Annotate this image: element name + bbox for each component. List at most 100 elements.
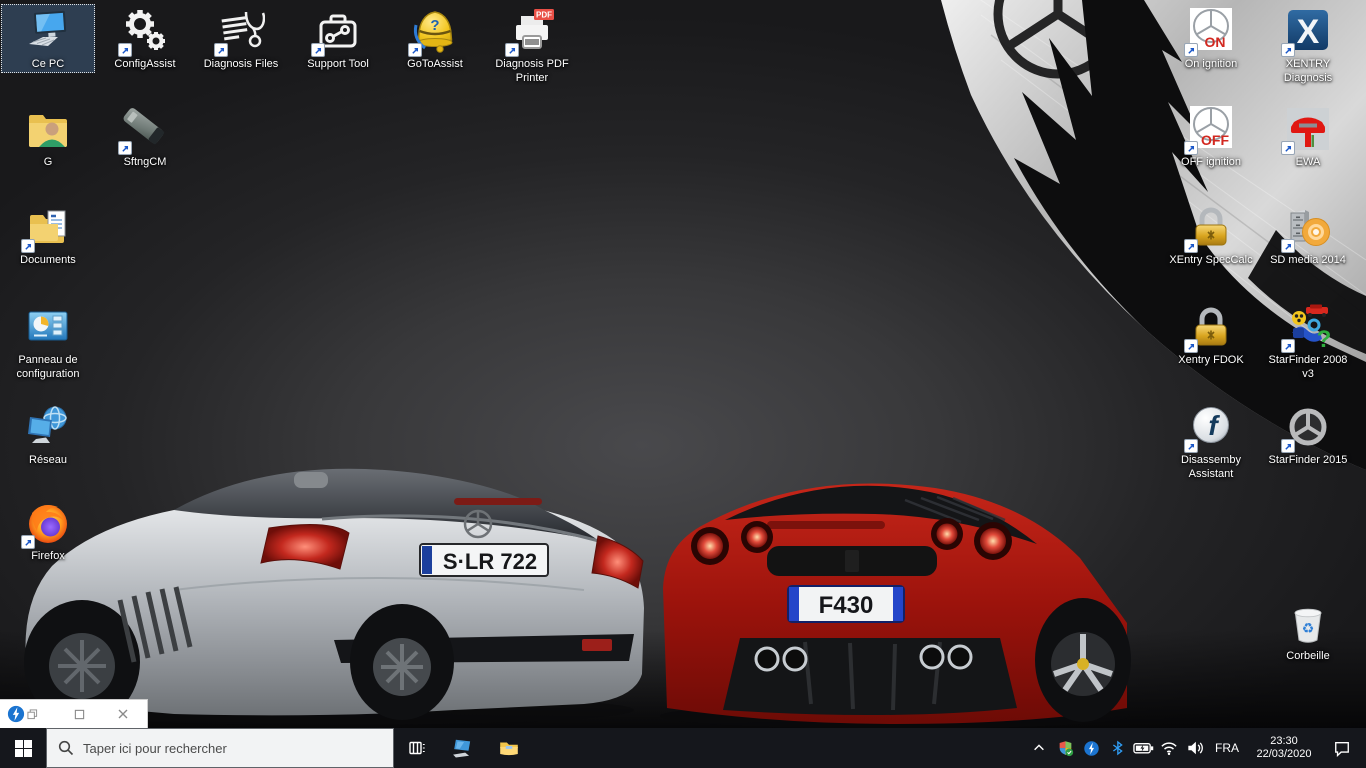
- ferrari-f430-car: F430: [655, 458, 1135, 728]
- laptop-icon: [452, 737, 474, 759]
- desktop-icon-label: Ce PC: [32, 57, 64, 71]
- desktop-icon-label: On ignition: [1185, 57, 1238, 71]
- task-view-button[interactable]: [394, 728, 440, 768]
- tray-bluetooth[interactable]: [1104, 728, 1130, 768]
- desktop-icon-label: StarFinder 2008 v3: [1262, 353, 1354, 382]
- clock-date: 22/03/2020: [1256, 748, 1311, 761]
- license-plate-left: S·LR 722: [443, 549, 537, 574]
- desktop-icon-label: Corbeille: [1286, 649, 1329, 663]
- desktop-icon-label: Documents: [20, 253, 76, 267]
- desktop-icon-label: G: [44, 155, 53, 169]
- tray-windows-security[interactable]: [1052, 728, 1078, 768]
- shortcut-arrow-icon: [21, 535, 35, 549]
- search-input[interactable]: [83, 741, 382, 756]
- desktop-icon-label: Panneau de configuration: [2, 353, 94, 382]
- tray-battery[interactable]: [1130, 728, 1156, 768]
- padlock-icon: [1187, 203, 1235, 251]
- taskbar-app-diagnosis-pc[interactable]: [440, 728, 486, 768]
- start-button[interactable]: [0, 728, 46, 768]
- desktop-icon-starfinder-2015[interactable]: StarFinder 2015: [1261, 400, 1355, 469]
- desktop-icon-label: Support Tool: [307, 57, 369, 71]
- desktop-icon-xentry-speccalc[interactable]: XEntry SpecCalc: [1164, 200, 1258, 269]
- documents-folder-icon: [24, 203, 72, 251]
- mini-window-close-button[interactable]: [112, 702, 134, 726]
- desktop-icon-label: OFF ignition: [1181, 155, 1241, 169]
- tray-wifi[interactable]: [1156, 728, 1182, 768]
- thunderbolt-icon: [1083, 740, 1100, 757]
- network-globe-icon: [24, 403, 72, 451]
- mercedes-star-gray-icon: [1284, 403, 1332, 451]
- archive-cd-icon: [1284, 203, 1332, 251]
- taskbar-app-file-explorer[interactable]: [486, 728, 532, 768]
- desktop-icon-recycle-bin[interactable]: ♻ Corbeille: [1261, 596, 1355, 665]
- file-explorer-icon: [498, 737, 520, 759]
- speaker-icon: [1186, 740, 1204, 756]
- desktop-icon-diagnosis-files[interactable]: Diagnosis Files: [194, 4, 288, 73]
- shortcut-arrow-icon: [311, 43, 325, 57]
- action-center-button[interactable]: [1322, 728, 1362, 768]
- tray-hidden-icons-chevron[interactable]: [1026, 728, 1052, 768]
- system-tray: FRA 23:30 22/03/2020: [1026, 728, 1366, 768]
- desktop-icon-sd-media-2014[interactable]: SD media 2014: [1261, 200, 1355, 269]
- shortcut-arrow-icon: [1281, 339, 1295, 353]
- desktop-icon-label: Diagnosis PDF Printer: [486, 57, 578, 86]
- desktop-icon-xentry-fdok[interactable]: Xentry FDOK: [1164, 300, 1258, 369]
- stethoscope-files-icon: [217, 7, 265, 55]
- desktop-icon-firefox[interactable]: Firefox: [1, 496, 95, 565]
- diagnostic-mux-icon: [121, 105, 169, 153]
- taskbar-search[interactable]: [46, 728, 394, 768]
- control-panel-icon: [24, 303, 72, 351]
- toolbox-icon: [314, 7, 362, 55]
- desktop-icon-control-panel[interactable]: Panneau de configuration: [1, 300, 95, 384]
- desktop-icon-diagnosis-pdf-printer[interactable]: PDF Diagnosis PDF Printer: [485, 4, 579, 88]
- desktop-icon-g-folder[interactable]: G: [1, 102, 95, 171]
- tray-language-indicator[interactable]: FRA: [1208, 728, 1246, 768]
- desktop-icon-label: SftngCM: [124, 155, 167, 169]
- shortcut-arrow-icon: [1184, 141, 1198, 155]
- shortcut-arrow-icon: [118, 141, 132, 155]
- desktop-icon-label: Xentry FDOK: [1178, 353, 1243, 367]
- shortcut-arrow-icon: [214, 43, 228, 57]
- desktop-icon-configassist[interactable]: ConfigAssist: [98, 4, 192, 73]
- starfinder-collage-icon: ?: [1284, 303, 1332, 351]
- car-lift-icon: [1284, 105, 1332, 153]
- desktop-icon-ce-pc[interactable]: Ce PC: [1, 4, 95, 73]
- pdf-printer-icon: PDF: [508, 7, 556, 55]
- desktop-icon-label: StarFinder 2015: [1269, 453, 1348, 467]
- shortcut-arrow-icon: [408, 43, 422, 57]
- padlock-icon: [1187, 303, 1235, 351]
- desktop-icon-network[interactable]: Réseau: [1, 400, 95, 469]
- tray-clock[interactable]: 23:30 22/03/2020: [1246, 728, 1322, 768]
- desktop-icon-starfinder-2008[interactable]: ? StarFinder 2008 v3: [1261, 300, 1355, 384]
- bell-icon: ?: [411, 7, 459, 55]
- shortcut-arrow-icon: [1281, 141, 1295, 155]
- desktop-icon-label: Firefox: [31, 549, 65, 563]
- mini-window-maximize-button[interactable]: [68, 702, 90, 726]
- shortcut-arrow-icon: [1184, 339, 1198, 353]
- restore-icon: [27, 709, 38, 720]
- desktop-icon-support-tool[interactable]: Support Tool: [291, 4, 385, 73]
- desktop-icon-ewa[interactable]: EWA: [1261, 102, 1355, 171]
- desktop-icon-off-ignition[interactable]: OFF OFF ignition: [1164, 102, 1258, 171]
- mini-window-titlebar[interactable]: [0, 700, 147, 728]
- svg-text:?: ?: [430, 17, 439, 34]
- wifi-icon: [1160, 740, 1178, 756]
- firefox-icon: [24, 499, 72, 547]
- xentry-x-icon: X: [1284, 7, 1332, 55]
- tray-volume[interactable]: [1182, 728, 1208, 768]
- chevron-up-icon: [1032, 741, 1046, 755]
- tray-thunderbolt[interactable]: [1078, 728, 1104, 768]
- desktop-icon-gotoassist[interactable]: ? GoToAssist: [388, 4, 482, 73]
- recycle-bin-icon: ♻: [1284, 599, 1332, 647]
- svg-text:PDF: PDF: [536, 11, 552, 20]
- desktop-icon-on-ignition[interactable]: ON On ignition: [1164, 4, 1258, 73]
- mercedes-star-off-icon: OFF: [1187, 105, 1235, 153]
- desktop-icon-label: Disassemby Assistant: [1165, 453, 1257, 482]
- desktop-icon-xentry-diagnosis[interactable]: X XENTRY Diagnosis: [1261, 4, 1355, 88]
- desktop-icon-documents[interactable]: Documents: [1, 200, 95, 269]
- svg-text:ON: ON: [1205, 34, 1226, 50]
- desktop-icon-disassembly-assistant[interactable]: f Disassemby Assistant: [1164, 400, 1258, 484]
- shortcut-arrow-icon: [118, 43, 132, 57]
- license-plate-right: F430: [819, 592, 874, 619]
- desktop-icon-sftngcm[interactable]: SftngCM: [98, 102, 192, 171]
